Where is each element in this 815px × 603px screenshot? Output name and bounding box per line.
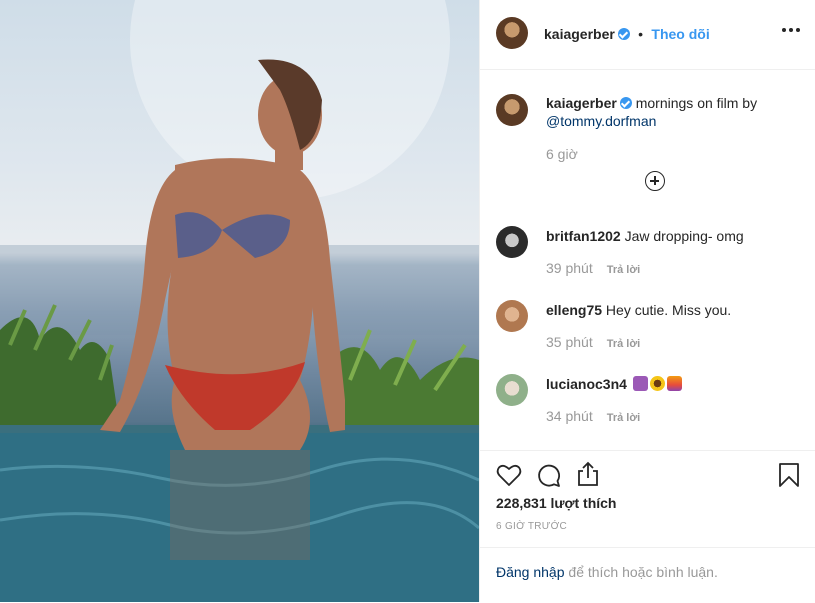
login-prompt: Đăng nhập để thích hoặc bình luận.	[480, 547, 815, 602]
comment-item: lucianoc3n4	[546, 375, 682, 393]
sunflower-emoji-icon	[649, 376, 665, 391]
comment-time: 34 phút	[546, 408, 593, 424]
verified-badge-icon	[619, 97, 632, 109]
bookmark-icon[interactable]	[778, 462, 800, 488]
comment-meta: 39 phút Trả lời	[546, 260, 640, 276]
comment-icon[interactable]	[536, 462, 562, 488]
caption-mention-link[interactable]: @tommy.dorfman	[546, 113, 656, 129]
share-icon[interactable]	[576, 461, 600, 487]
follow-button[interactable]: Theo dõi	[651, 26, 709, 42]
comment-username[interactable]: elleng75	[546, 302, 602, 318]
post-photo[interactable]	[0, 0, 479, 602]
sunset-emoji-icon	[666, 376, 682, 391]
comment-text: Jaw dropping- omg	[624, 228, 744, 244]
comment-time: 39 phút	[546, 260, 593, 276]
post-timestamp: 6 GIỜ TRƯỚC	[496, 521, 568, 532]
comment-item: britfan1202 Jaw dropping- omg	[546, 227, 744, 245]
comment-username[interactable]: britfan1202	[546, 228, 621, 244]
caption-text: mornings on film by	[635, 95, 758, 111]
post-panel: kaiagerber • Theo dõi kaiagerber morning…	[479, 0, 815, 602]
caption: kaiagerber mornings on film by @tommy.do…	[546, 94, 796, 130]
author-avatar[interactable]	[496, 17, 528, 49]
heart-icon[interactable]	[496, 463, 522, 487]
likes-count[interactable]: 228,831 lượt thích	[496, 495, 616, 511]
load-more-comments-icon[interactable]	[645, 171, 665, 191]
caption-time: 6 giờ	[546, 146, 578, 162]
reply-button[interactable]: Trả lời	[607, 264, 641, 276]
comment-avatar[interactable]	[496, 226, 528, 258]
purple-heart-emoji-icon	[632, 376, 648, 391]
comment-time: 35 phút	[546, 334, 593, 350]
comment-avatar[interactable]	[496, 374, 528, 406]
author-username[interactable]: kaiagerber	[544, 26, 615, 42]
comment-avatar[interactable]	[496, 300, 528, 332]
comment-text: Hey cutie. Miss you.	[605, 302, 732, 318]
reply-button[interactable]: Trả lời	[607, 338, 641, 350]
caption-avatar[interactable]	[496, 94, 528, 126]
reply-button[interactable]: Trả lời	[607, 412, 641, 424]
caption-username[interactable]: kaiagerber	[546, 95, 617, 111]
more-options-icon[interactable]	[782, 28, 800, 32]
login-link[interactable]: Đăng nhập	[496, 564, 565, 580]
comment-meta: 34 phút Trả lời	[546, 408, 640, 424]
comment-username[interactable]: lucianoc3n4	[546, 376, 627, 392]
comment-item: elleng75 Hey cutie. Miss you.	[546, 301, 731, 319]
verified-badge-icon	[617, 28, 630, 40]
login-prompt-text: để thích hoặc bình luận.	[564, 564, 718, 580]
photo-illustration	[0, 0, 479, 602]
comment-meta: 35 phút Trả lời	[546, 334, 640, 350]
post-header: kaiagerber • Theo dõi	[480, 0, 815, 70]
separator-dot: •	[634, 26, 647, 42]
